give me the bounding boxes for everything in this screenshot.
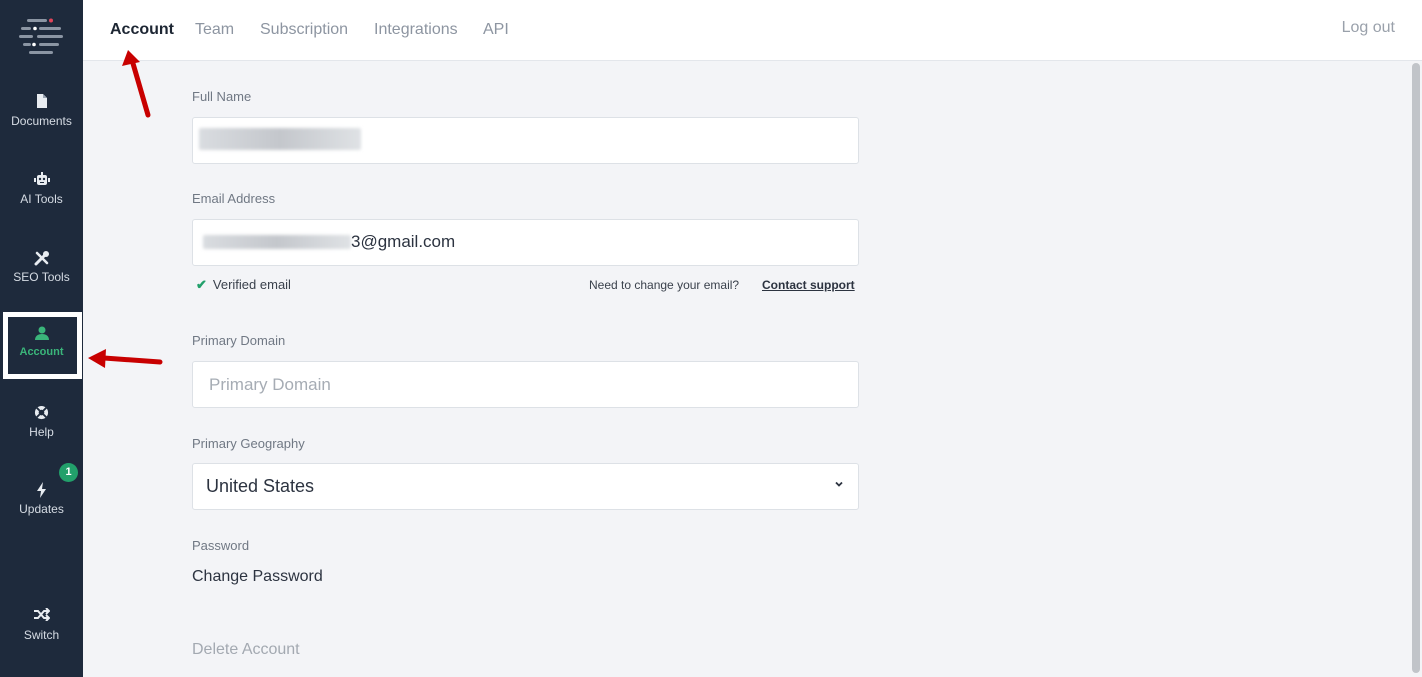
primary-domain-input[interactable]: [193, 362, 858, 407]
sidebar-item-label: Updates: [19, 502, 64, 516]
sidebar-item-documents[interactable]: Documents: [0, 84, 83, 146]
robot-icon: [0, 162, 83, 188]
user-icon: [0, 316, 83, 342]
email-field[interactable]: [192, 219, 859, 266]
sidebar-item-label: Help: [29, 425, 54, 439]
lifebuoy-icon: [0, 395, 83, 421]
sidebar-item-account[interactable]: Account: [0, 316, 83, 378]
scrollbar-thumb[interactable]: [1412, 63, 1420, 673]
email-value: 3@gmail.com: [351, 232, 456, 251]
sidebar-item-help[interactable]: Help: [0, 395, 83, 457]
redacted-email-prefix: [203, 235, 351, 249]
sidebar-item-label: Account: [19, 346, 64, 358]
change-email-question: Need to change your email?: [589, 278, 740, 292]
logout-link[interactable]: Log out: [1342, 19, 1395, 37]
sidebar-item-label: AI Tools: [20, 192, 63, 206]
sidebar-item-label: SEO Tools: [13, 270, 70, 284]
sidebar-item-switch[interactable]: Switch: [0, 598, 83, 660]
app-logo[interactable]: [17, 14, 65, 58]
tools-icon: [0, 240, 83, 266]
verified-email-status: ✔ Verified email: [196, 277, 291, 293]
updates-count-badge: 1: [59, 463, 78, 482]
contact-support-link[interactable]: Contact support: [762, 278, 855, 292]
tab-team[interactable]: Team: [195, 21, 234, 39]
document-icon: [0, 84, 83, 110]
tab-integrations[interactable]: Integrations: [374, 21, 458, 39]
sidebar-item-label: Documents: [11, 114, 72, 128]
top-tab-bar: Account Team Subscription Integrations A…: [83, 0, 1422, 61]
change-password-link[interactable]: Change Password: [192, 568, 323, 586]
verified-email-text: Verified email: [212, 277, 291, 292]
delete-account-link[interactable]: Delete Account: [192, 641, 300, 659]
sidebar-item-label: Switch: [23, 628, 60, 642]
primary-domain-label: Primary Domain: [192, 333, 286, 348]
shuffle-icon: [0, 598, 83, 624]
full-name-field[interactable]: [192, 117, 859, 164]
tab-account[interactable]: Account: [110, 21, 174, 39]
sidebar-item-ai-tools[interactable]: AI Tools: [0, 162, 83, 224]
primary-domain-field[interactable]: [192, 361, 859, 408]
sidebar-item-seo-tools[interactable]: SEO Tools: [0, 240, 83, 302]
checkmark-icon: ✔: [196, 277, 207, 292]
email-label: Email Address: [192, 191, 276, 206]
tab-api[interactable]: API: [483, 21, 509, 39]
tab-subscription[interactable]: Subscription: [260, 21, 348, 39]
annotation-arrow-to-account-sidebar: [88, 349, 163, 368]
sidebar: Documents AI Tools SEO Tools Account Hel…: [0, 0, 83, 677]
redacted-name: [199, 128, 361, 150]
primary-geography-label: Primary Geography: [192, 436, 305, 451]
primary-geography-value: United States: [206, 476, 315, 496]
annotation-arrow-to-account-tab: [122, 50, 151, 118]
full-name-label: Full Name: [192, 89, 252, 104]
chevron-down-icon: [835, 481, 843, 487]
password-label: Password: [192, 538, 250, 553]
